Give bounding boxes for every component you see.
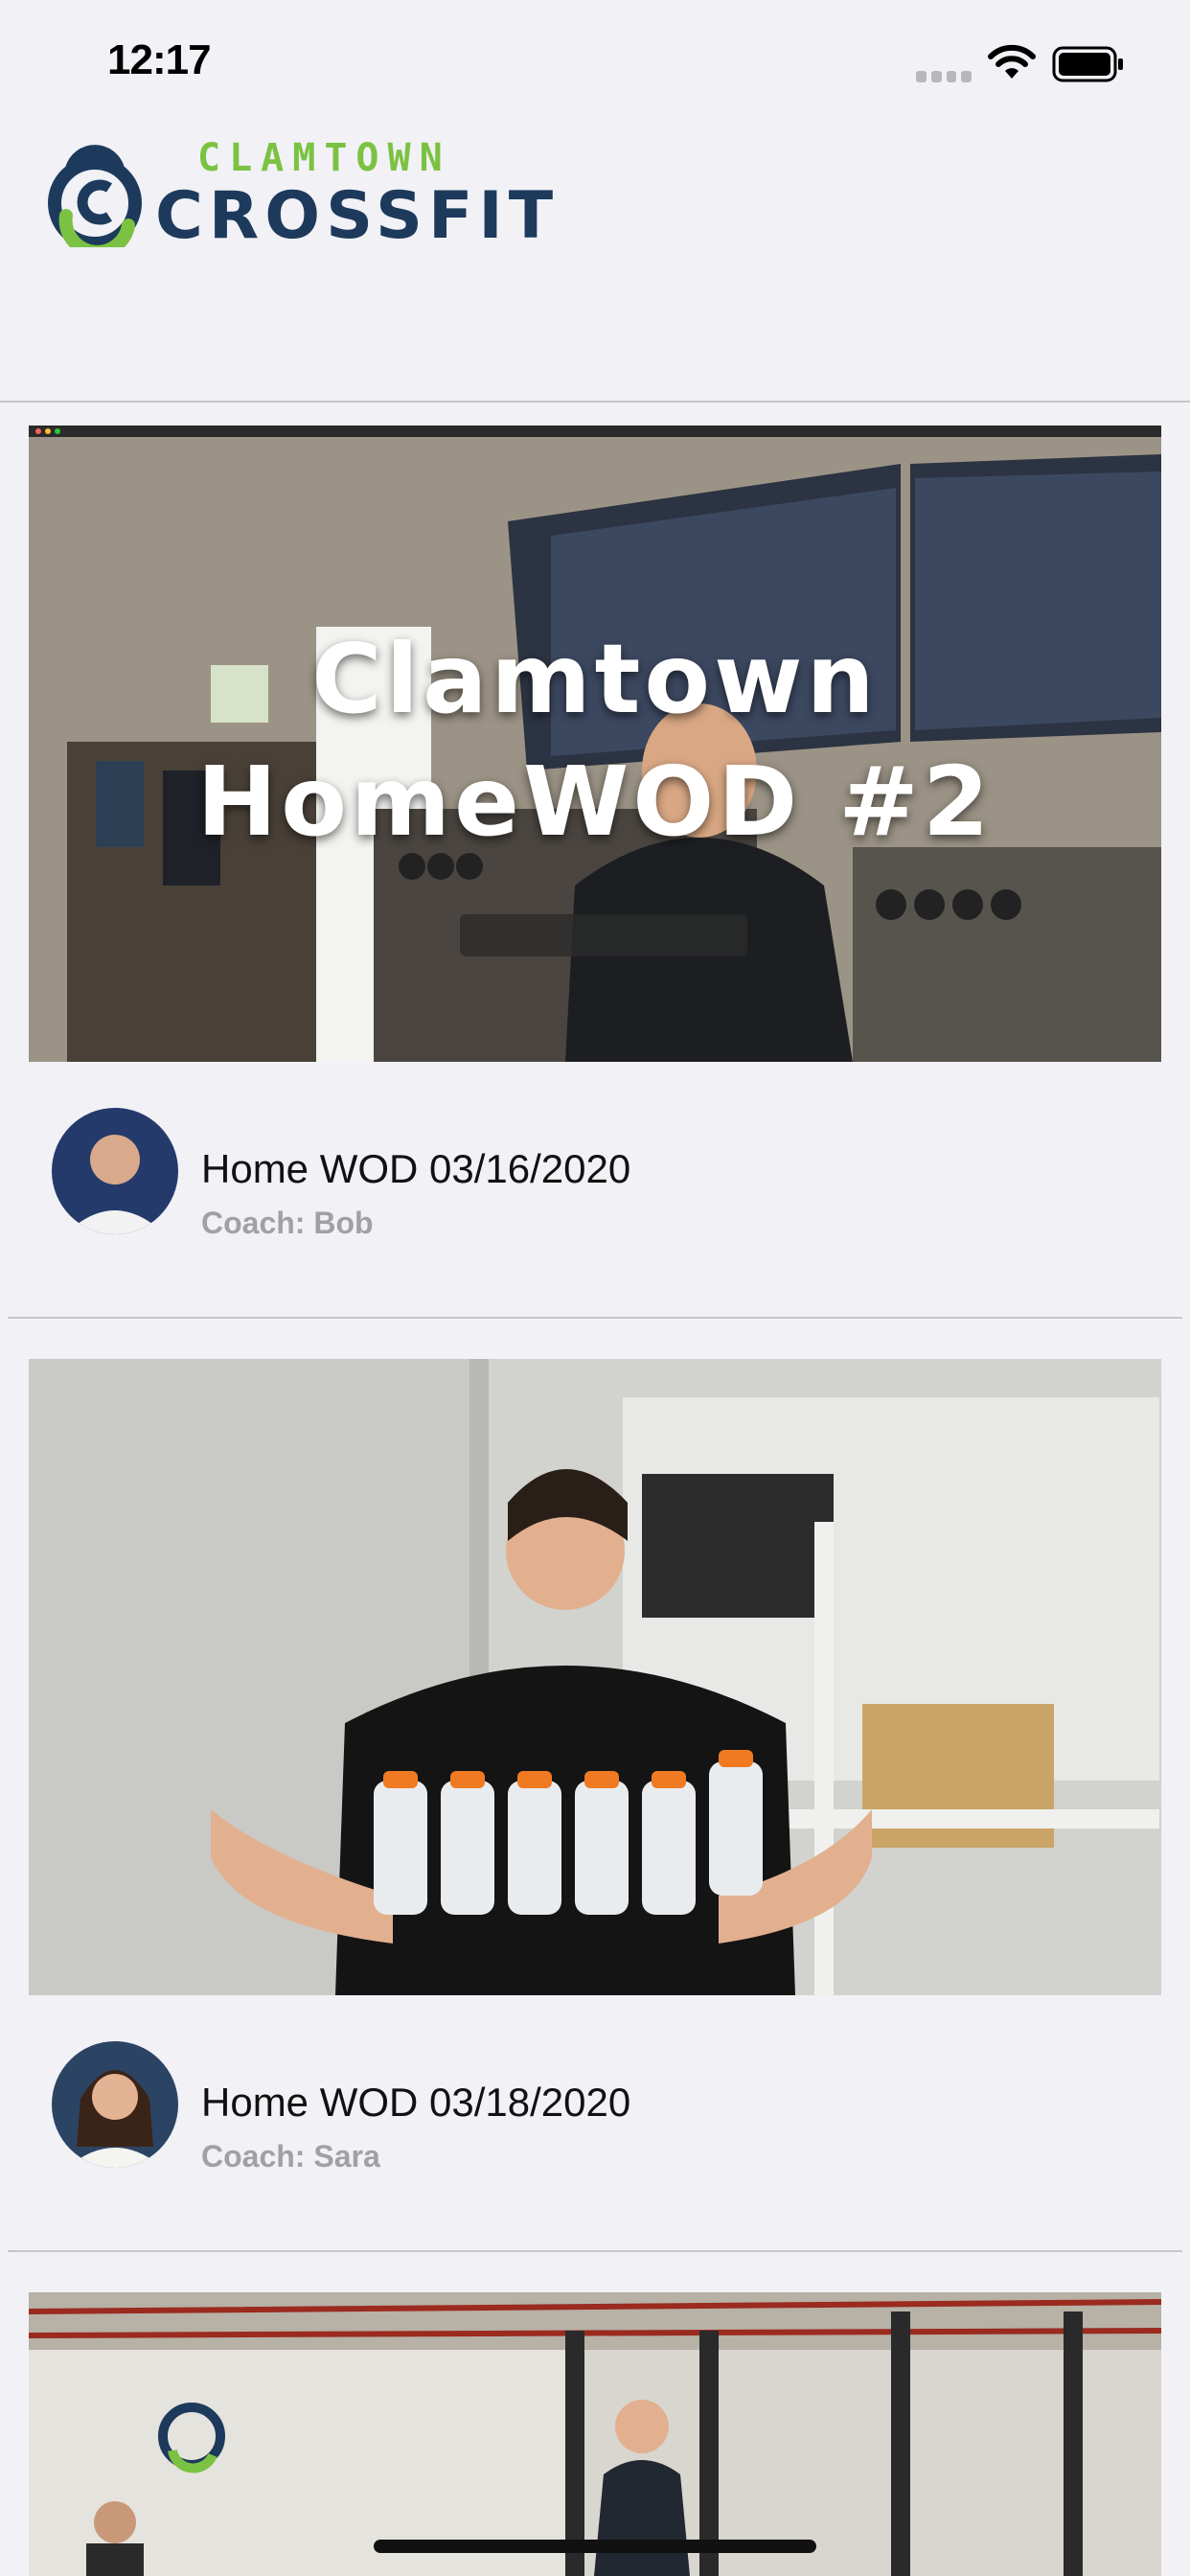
workout-title: Home WOD 03/16/2020 [201, 1146, 631, 1191]
wifi-icon [988, 44, 1036, 79]
coach-label: Coach: Bob [201, 1206, 374, 1240]
status-bar: 12:17 [0, 0, 1190, 126]
video-thumbnail[interactable] [29, 1359, 1161, 1995]
app-logo: CLAMTOWN CROSSFIT [42, 134, 553, 254]
video-thumbnail[interactable] [29, 2292, 1161, 2576]
card-divider [8, 1317, 1182, 1319]
thumbnail-overlay-line2: HomeWOD #2 [196, 746, 994, 858]
header-divider [0, 401, 1190, 402]
workout-title: Home WOD 03/18/2020 [201, 2080, 631, 2125]
coach-label: Coach: Sara [201, 2139, 380, 2174]
logo-text-crossfit: CROSSFIT [155, 178, 560, 254]
home-indicator[interactable] [374, 2540, 816, 2553]
signal-icon [916, 71, 972, 82]
battery-icon [1052, 46, 1123, 82]
thumbnail-overlay-line1: Clamtown [311, 623, 879, 735]
status-time: 12:17 [107, 36, 212, 83]
video-thumbnail[interactable]: Clamtown HomeWOD #2 [29, 426, 1161, 1062]
avatar [52, 2041, 178, 2168]
gym-interior-image [29, 2292, 1161, 2576]
avatar [52, 1108, 178, 1234]
coach-holding-bottles-image [29, 1359, 1161, 1995]
logo-text-clamtown: CLAMTOWN [197, 136, 451, 180]
kettlebell-logo-icon [48, 145, 142, 247]
card-divider [8, 2250, 1182, 2252]
